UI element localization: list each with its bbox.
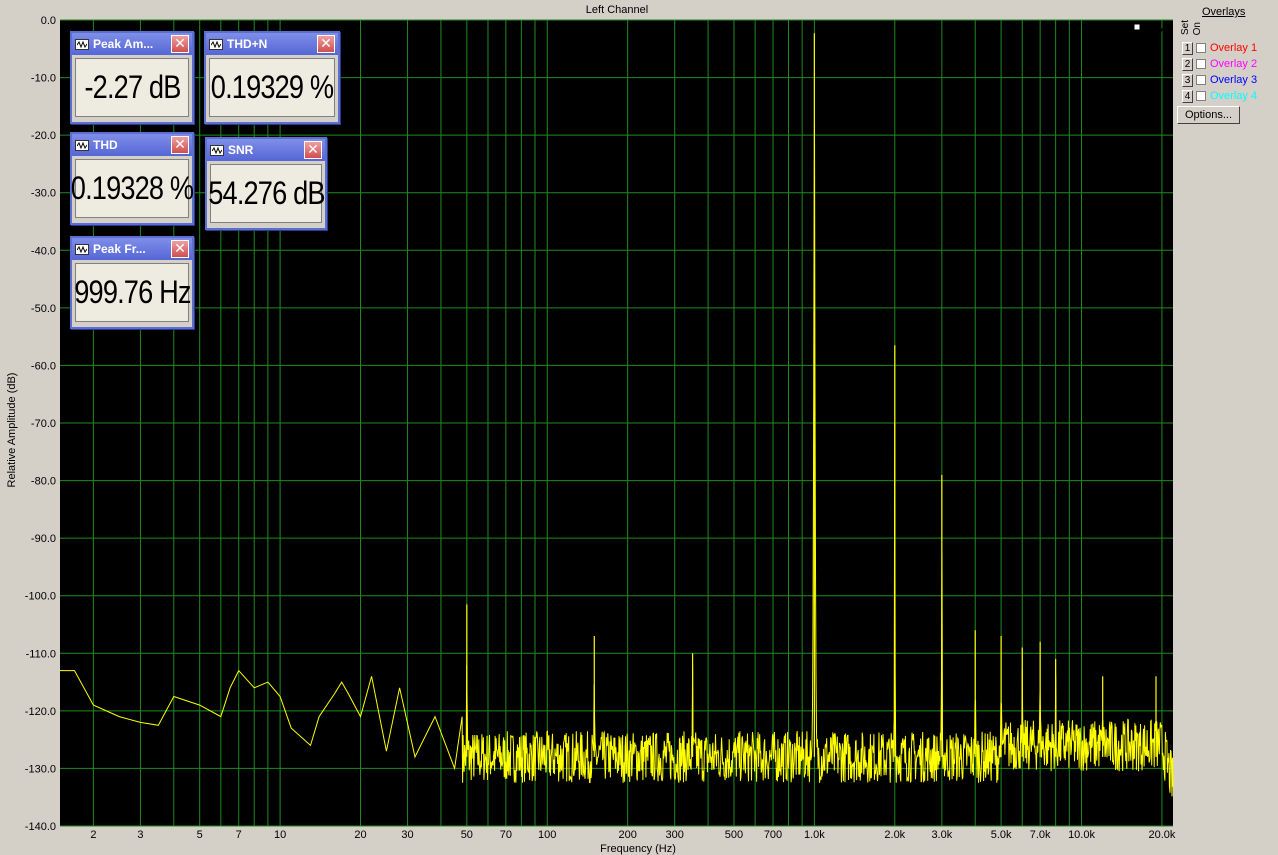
options-button[interactable]: Options... <box>1177 106 1240 124</box>
meter-wave-icon <box>209 38 223 50</box>
y-tick-label: -140.0 <box>25 821 56 833</box>
meter-wave-icon <box>75 139 89 151</box>
meter-titlebar[interactable]: Peak Am... ✕ <box>72 33 192 55</box>
set-column-label: Set <box>1180 20 1191 36</box>
x-tick-label: 30 <box>401 829 413 841</box>
on-column-label: On <box>1192 22 1203 36</box>
x-tick-label: 50 <box>461 829 473 841</box>
overlay-label: Overlay 3 <box>1210 74 1258 86</box>
peak-amplitude-meter[interactable]: Peak Am... ✕ -2.27 dB <box>70 31 194 124</box>
meter-title: SNR <box>228 143 254 157</box>
overlay-checkbox[interactable] <box>1196 59 1206 69</box>
close-icon[interactable]: ✕ <box>171 35 189 53</box>
y-tick-label: -130.0 <box>25 763 56 775</box>
meter-titlebar[interactable]: SNR ✕ <box>207 139 325 161</box>
y-tick-label: -10.0 <box>31 73 56 85</box>
overlays-title[interactable]: Overlays <box>1202 6 1245 18</box>
snr-meter[interactable]: SNR ✕ 54.276 dB <box>205 137 327 230</box>
meter-title: THD+N <box>227 37 268 51</box>
close-icon[interactable]: ✕ <box>171 240 189 258</box>
y-tick-label: -90.0 <box>31 533 56 545</box>
overlay-set-button[interactable]: 3 <box>1182 73 1193 87</box>
meter-value: 999.76 Hz <box>73 263 191 322</box>
thd-meter[interactable]: THD ✕ 0.19328 % <box>70 132 194 225</box>
overlay-row: 2 Overlay 2 <box>1182 57 1257 71</box>
x-tick-labels: 2 3 5 7 10 20 30 50 70 100 200 300 500 700 1.0k 2.0k 3.0… <box>90 829 1176 841</box>
meter-title: THD <box>93 138 118 152</box>
meter-wave-icon <box>75 243 89 255</box>
x-tick-label: 700 <box>764 829 782 841</box>
meter-value: 54.276 dB <box>207 164 325 223</box>
close-icon[interactable]: ✕ <box>304 141 322 159</box>
thdn-meter[interactable]: THD+N ✕ 0.19329 % <box>204 31 340 124</box>
overlay-row: 1 Overlay 1 <box>1182 41 1257 55</box>
overlay-row: 3 Overlay 3 <box>1182 73 1257 87</box>
x-tick-label: 20.0k <box>1148 829 1175 841</box>
x-tick-label: 5.0k <box>991 829 1012 841</box>
y-tick-label: -20.0 <box>31 130 56 142</box>
meter-titlebar[interactable]: THD ✕ <box>72 134 192 156</box>
overlay-set-button[interactable]: 4 <box>1182 89 1193 103</box>
x-tick-label: 10.0k <box>1068 829 1095 841</box>
meter-titlebar[interactable]: THD+N ✕ <box>206 33 338 55</box>
x-tick-label: 300 <box>666 829 684 841</box>
meter-wave-icon <box>210 144 224 156</box>
meter-value: 0.19328 % <box>71 159 194 218</box>
x-tick-label: 2 <box>90 829 96 841</box>
overlay-checkbox[interactable] <box>1196 43 1206 53</box>
meter-wave-icon <box>75 38 89 50</box>
meter-value: 0.19329 % <box>209 58 335 117</box>
x-tick-label: 7 <box>236 829 242 841</box>
y-tick-label: -80.0 <box>31 476 56 488</box>
y-tick-label: -30.0 <box>31 188 56 200</box>
overlay-checkbox[interactable] <box>1196 91 1206 101</box>
meter-title: Peak Am... <box>93 37 154 51</box>
overlay-label: Overlay 2 <box>1210 58 1258 70</box>
close-icon[interactable]: ✕ <box>171 136 189 154</box>
y-tick-label: -110.0 <box>26 648 56 660</box>
y-tick-label: -60.0 <box>31 360 56 372</box>
overlay-label: Overlay 4 <box>1210 90 1258 102</box>
x-tick-label: 200 <box>618 829 636 841</box>
close-icon[interactable]: ✕ <box>317 35 335 53</box>
y-axis-title: Relative Amplitude (dB) <box>6 373 18 488</box>
x-tick-label: 1.0k <box>804 829 825 841</box>
meter-value: -2.27 dB <box>75 58 189 117</box>
overlay-label: Overlay 1 <box>1210 42 1258 54</box>
overlay-set-button[interactable]: 2 <box>1182 57 1193 71</box>
y-tick-label: -50.0 <box>31 303 56 315</box>
overlay-checkbox[interactable] <box>1196 75 1206 85</box>
x-tick-label: 5 <box>197 829 203 841</box>
x-tick-label: 100 <box>538 829 556 841</box>
x-tick-label: 7.0k <box>1030 829 1051 841</box>
spectrum-chart: Left Channel 0.0 -10.0 -20.0 -30.0 -40.0 -50.… <box>6 4 1176 855</box>
signal-tool-icon[interactable] <box>1130 22 1170 46</box>
meter-value-text: 999.76 Hz <box>73 274 191 310</box>
meter-value-text: 0.19328 % <box>70 170 194 206</box>
y-tick-label: -40.0 <box>31 245 56 257</box>
x-tick-label: 10 <box>274 829 286 841</box>
x-tick-label: 2.0k <box>884 829 905 841</box>
y-tick-labels: 0.0 -10.0 -20.0 -30.0 -40.0 -50.0 -60.0 -70.0 -8… <box>25 15 56 833</box>
meter-value-text: -2.27 dB <box>83 69 181 105</box>
chart-title: Left Channel <box>586 4 648 16</box>
meter-title: Peak Fr... <box>93 242 146 256</box>
x-tick-label: 3 <box>137 829 143 841</box>
x-tick-label: 500 <box>725 829 743 841</box>
meter-value-text: 54.276 dB <box>207 175 325 211</box>
meter-value-text: 0.19329 % <box>210 69 334 105</box>
x-tick-label: 70 <box>500 829 512 841</box>
x-tick-label: 20 <box>354 829 366 841</box>
peak-frequency-meter[interactable]: Peak Fr... ✕ 999.76 Hz <box>70 236 194 329</box>
meter-titlebar[interactable]: Peak Fr... ✕ <box>72 238 192 260</box>
overlay-row: 4 Overlay 4 <box>1182 89 1257 103</box>
x-tick-label: 3.0k <box>931 829 952 841</box>
overlay-set-button[interactable]: 1 <box>1182 41 1193 55</box>
y-tick-label: -70.0 <box>31 418 56 430</box>
y-tick-label: -100.0 <box>25 591 56 603</box>
x-axis-title: Frequency (Hz) <box>600 843 676 855</box>
y-tick-label: 0.0 <box>41 15 56 27</box>
y-tick-label: -120.0 <box>25 706 56 718</box>
